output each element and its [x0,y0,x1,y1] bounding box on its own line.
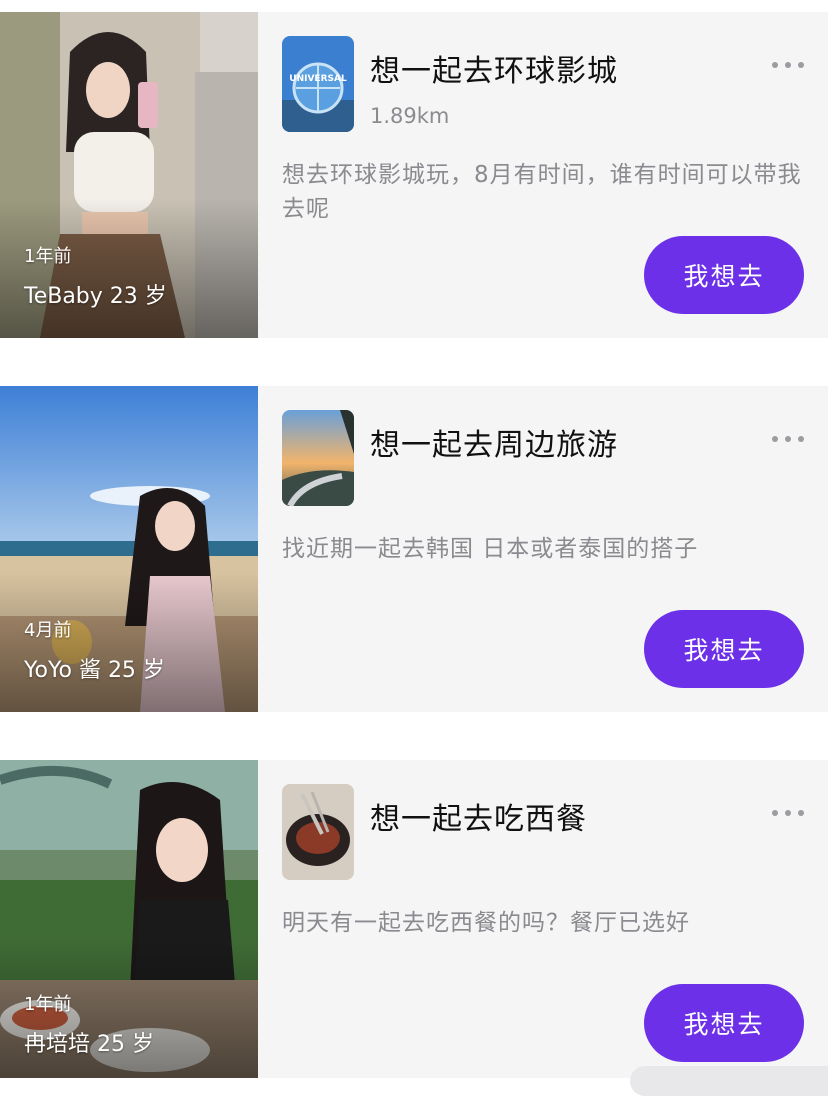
card-content: UNIVERSAL 想一起去环球影城 1.89km 想去环球影城玩，8月有时间，… [258,12,828,338]
activity-title: 想一起去周边旅游 [370,428,618,463]
activity-card[interactable]: 1年前 TeBaby 23 岁 UNIVERSAL 想一起去环球影城 1.89k… [0,12,828,338]
thumbnail-text: UNIVERSAL [289,74,347,84]
globe-thumbnail-image: UNIVERSAL [282,36,354,132]
more-icon[interactable] [772,810,804,816]
card-content: 想一起去周边旅游 找近期一起去韩国 日本或者泰国的搭子 我想去 [258,386,828,712]
home-indicator [630,1066,828,1096]
user-photo[interactable]: 4月前 YoYo 酱 25 岁 [0,386,258,712]
user-name-age: YoYo 酱 25 岁 [24,658,165,683]
photo-gradient [0,572,258,712]
want-to-go-button[interactable]: 我想去 [644,984,804,1062]
post-time: 4月前 [24,620,72,641]
distance: 1.89km [370,104,450,128]
activity-thumbnail[interactable] [282,784,354,880]
activity-title: 想一起去环球影城 [370,54,618,89]
user-photo[interactable]: 1年前 TeBaby 23 岁 [0,12,258,338]
activity-description: 找近期一起去韩国 日本或者泰国的搭子 [282,536,699,562]
activity-title: 想一起去吃西餐 [370,802,587,837]
steak-thumbnail-image [282,784,354,880]
activity-description: 想去环球影城玩，8月有时间，谁有时间可以带我去呢 [282,162,802,222]
post-time: 1年前 [24,246,72,267]
want-to-go-button[interactable]: 我想去 [644,610,804,688]
activity-card[interactable]: 4月前 YoYo 酱 25 岁 想一起去周边旅游 找近期一起去韩国 日本或者泰国… [0,386,828,712]
user-name-age: TeBaby 23 岁 [24,284,167,309]
photo-gradient [0,198,258,338]
post-time: 1年前 [24,994,72,1015]
more-icon[interactable] [772,62,804,68]
user-photo[interactable]: 1年前 冉培培 25 岁 [0,760,258,1078]
road-thumbnail-image [282,410,354,506]
more-icon[interactable] [772,436,804,442]
activity-thumbnail[interactable] [282,410,354,506]
user-name-age: 冉培培 25 岁 [24,1032,154,1057]
activity-description: 明天有一起去吃西餐的吗？餐厅已选好 [282,910,690,936]
activity-card[interactable]: 1年前 冉培培 25 岁 想一起去吃西餐 明天有一起去吃西餐的吗？餐厅已选好 我… [0,760,828,1078]
card-content: 想一起去吃西餐 明天有一起去吃西餐的吗？餐厅已选好 我想去 [258,760,828,1078]
want-to-go-button[interactable]: 我想去 [644,236,804,314]
activity-thumbnail[interactable]: UNIVERSAL [282,36,354,132]
